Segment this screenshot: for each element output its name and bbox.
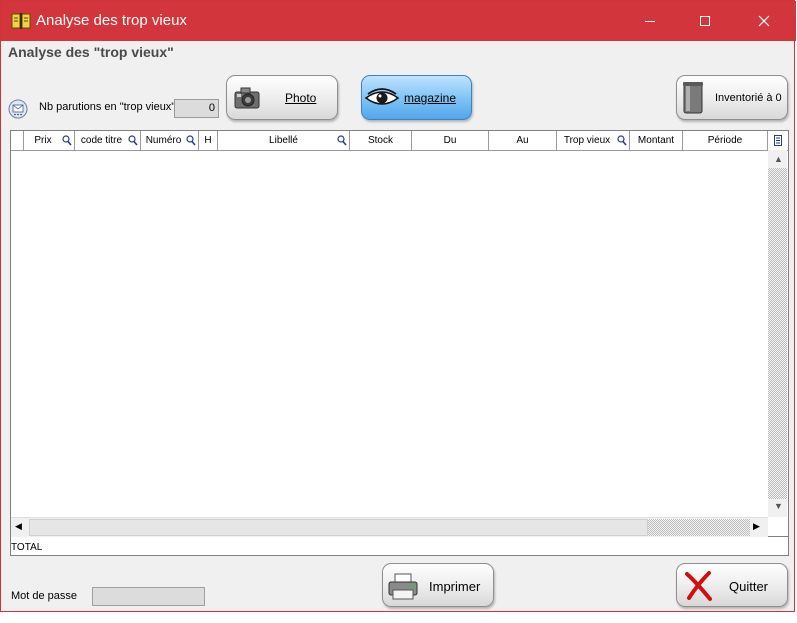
minimize-button[interactable] (627, 1, 673, 41)
horizontal-scrollbar[interactable]: ◀ ▶ (11, 517, 768, 537)
close-icon (758, 15, 770, 27)
horizontal-scroll-thumb[interactable] (29, 519, 648, 536)
eye-icon (364, 88, 400, 105)
photo-button[interactable]: Photo (226, 75, 338, 120)
table-header: Prix code titre Numéro H Libellé Stock D… (11, 131, 788, 151)
column-header-trop-vieux[interactable]: Trop vieux (557, 131, 630, 150)
close-button[interactable] (741, 1, 787, 41)
trash-icon (683, 82, 703, 114)
vertical-scroll-track[interactable] (768, 168, 787, 499)
column-header-prix[interactable]: Prix (24, 131, 75, 150)
inventorie-label: Inventorié à 0 (715, 92, 782, 104)
magazine-label: magazine (404, 91, 457, 105)
close-x-icon (685, 571, 712, 601)
minimize-icon (645, 21, 655, 22)
window-title: Analyse des trop vieux (36, 12, 187, 29)
password-field[interactable] (92, 587, 205, 606)
search-icon[interactable] (62, 135, 72, 146)
maximize-icon (700, 16, 710, 26)
print-label: Imprimer (429, 579, 481, 594)
results-table[interactable]: Prix code titre Numéro H Libellé Stock D… (10, 130, 789, 537)
column-header-code-titre[interactable]: code titre (75, 131, 141, 150)
maximize-button[interactable] (682, 1, 728, 41)
column-header-au[interactable]: Au (489, 131, 557, 150)
print-button[interactable]: Imprimer (382, 563, 494, 607)
horizontal-scroll-track[interactable] (648, 519, 750, 536)
book-icon (11, 13, 31, 29)
photo-label: Photo (285, 91, 317, 105)
total-label: TOTAL (11, 542, 43, 553)
page-title: Analyse des "trop vieux" (8, 44, 174, 60)
scroll-down-icon[interactable]: ▼ (774, 501, 783, 511)
column-header-numero[interactable]: Numéro (141, 131, 199, 150)
search-icon[interactable] (128, 135, 138, 146)
column-header-stock[interactable]: Stock (350, 131, 412, 150)
total-row: TOTAL (10, 537, 789, 556)
printer-icon (388, 573, 418, 600)
column-header-libelle[interactable]: Libellé (218, 131, 350, 150)
column-header-h[interactable]: H (199, 131, 218, 150)
search-icon[interactable] (186, 135, 196, 146)
camera-icon (234, 87, 260, 109)
scroll-right-icon[interactable]: ▶ (753, 521, 760, 532)
column-header-du[interactable]: Du (412, 131, 489, 150)
main-window: Analyse des trop vieux Analyse des "trop… (0, 0, 796, 612)
search-icon[interactable] (337, 135, 347, 146)
password-label: Mot de passe (11, 590, 78, 602)
row-selector-header (11, 131, 24, 150)
nb-parutions-field[interactable]: 0 (174, 99, 219, 118)
scroll-left-icon[interactable]: ◀ (15, 521, 22, 532)
title-bar: Analyse des trop vieux (1, 1, 796, 41)
quit-label: Quitter (729, 579, 769, 594)
column-header-periode[interactable]: Période (683, 131, 768, 150)
quit-button[interactable]: Quitter (676, 563, 788, 607)
column-header-montant[interactable]: Montant (630, 131, 683, 150)
scroll-up-icon[interactable]: ▲ (774, 154, 783, 164)
inventorie-button[interactable]: Inventorié à 0 (676, 75, 788, 120)
search-icon[interactable] (617, 135, 627, 146)
magazine-button[interactable]: magazine (361, 75, 472, 120)
nb-parutions-label: Nb parutions en "trop vieux" (39, 101, 176, 113)
envelope-icon[interactable] (8, 99, 28, 119)
column-settings-icon[interactable] (773, 134, 783, 147)
